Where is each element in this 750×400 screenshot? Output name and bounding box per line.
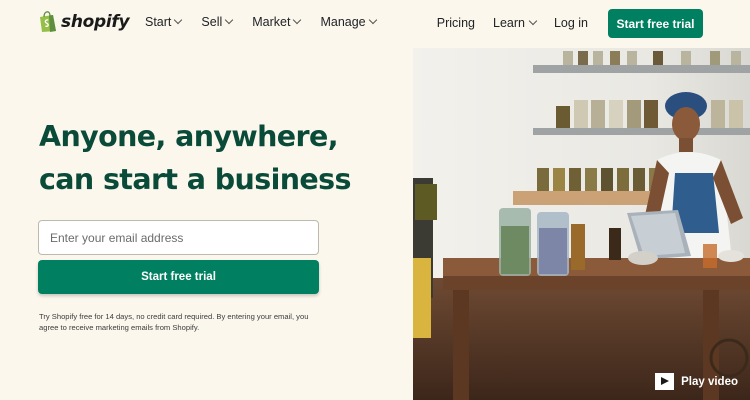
pricing-link[interactable]: Pricing <box>437 16 475 30</box>
shopping-bag-icon <box>40 11 56 32</box>
headline-line-2: can start a business <box>39 163 351 196</box>
shopify-logo[interactable]: shopify <box>38 11 130 33</box>
play-icon <box>655 373 675 390</box>
menu-sell[interactable]: Sell <box>201 15 234 29</box>
headline-line-1: Anyone, anywhere, <box>39 120 339 153</box>
learn-menu[interactable]: Learn <box>493 16 538 30</box>
menu-sell-label: Sell <box>201 15 223 29</box>
email-input[interactable] <box>38 220 319 255</box>
top-navigation: shopify Start Sell Market Manage Pricing… <box>0 0 750 46</box>
play-video-button[interactable]: Play video <box>655 373 738 390</box>
menu-start-label: Start <box>145 15 172 29</box>
trial-disclaimer: Try Shopify free for 14 days, no credit … <box>39 312 309 332</box>
menu-manage[interactable]: Manage <box>320 15 377 29</box>
start-free-trial-nav-button[interactable]: Start free trial <box>608 9 703 38</box>
chevron-down-icon <box>528 16 538 26</box>
workshop-illustration <box>413 48 750 400</box>
chevron-down-icon <box>174 15 183 25</box>
menu-market-label: Market <box>252 15 291 29</box>
chevron-down-icon <box>225 15 234 25</box>
start-free-trial-button[interactable]: Start free trial <box>38 260 319 294</box>
chevron-down-icon <box>368 15 377 25</box>
menu-market[interactable]: Market <box>252 15 302 29</box>
menu-start[interactable]: Start <box>145 15 183 29</box>
chevron-down-icon <box>293 15 302 25</box>
brand-name: shopify <box>61 12 130 32</box>
hero-photo: Play video <box>413 48 750 400</box>
hero-headline: Anyone, anywhere, can start a business <box>39 115 351 201</box>
play-video-label: Play video <box>681 375 738 388</box>
learn-label: Learn <box>493 16 525 30</box>
login-link[interactable]: Log in <box>554 16 588 30</box>
main-menu: Start Sell Market Manage <box>145 15 396 29</box>
menu-manage-label: Manage <box>320 15 366 29</box>
